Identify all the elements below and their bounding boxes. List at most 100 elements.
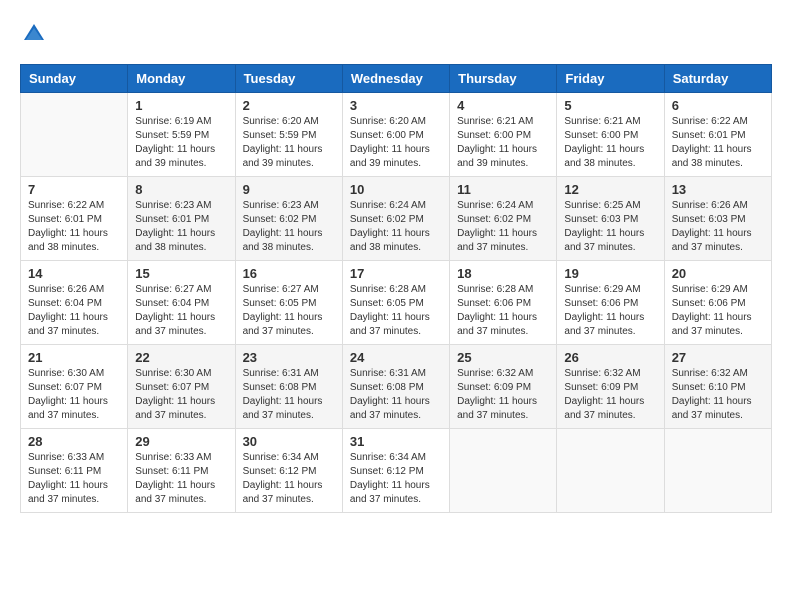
day-number: 5 (564, 98, 656, 113)
calendar-cell: 11 Sunrise: 6:24 AMSunset: 6:02 PMDayligh… (450, 177, 557, 261)
calendar-header-wednesday: Wednesday (342, 65, 449, 93)
calendar-cell (557, 429, 664, 513)
calendar-week-row: 1Sunrise: 6:19 AMSunset: 5:59 PMDaylight… (21, 93, 772, 177)
calendar-cell: 14 Sunrise: 6:26 AMSunset: 6:04 PMDayligh… (21, 261, 128, 345)
day-number: 27 (672, 350, 764, 365)
day-number: 17 (350, 266, 442, 281)
calendar-cell: 26 Sunrise: 6:32 AMSunset: 6:09 PMDayligh… (557, 345, 664, 429)
day-number: 15 (135, 266, 227, 281)
calendar-cell: 20Sunrise: 6:29 AMSunset: 6:06 PMDayligh… (664, 261, 771, 345)
day-number: 10 (350, 182, 442, 197)
calendar-header-sunday: Sunday (21, 65, 128, 93)
day-number: 28 (28, 434, 120, 449)
calendar-week-row: 21Sunrise: 6:30 AMSunset: 6:07 PMDayligh… (21, 345, 772, 429)
day-number: 8 (135, 182, 227, 197)
day-number: 1 (135, 98, 227, 113)
day-number: 25 (457, 350, 549, 365)
calendar-cell: 28Sunrise: 6:33 AMSunset: 6:11 PMDayligh… (21, 429, 128, 513)
day-info: Sunrise: 6:26 AMSunset: 6:04 PMDaylight:… (28, 283, 120, 339)
day-number: 23 (243, 350, 335, 365)
calendar-cell: 4 Sunrise: 6:21 AMSunset: 6:00 PMDaylight… (450, 93, 557, 177)
calendar-cell: 15 Sunrise: 6:27 AMSunset: 6:04 PMDayligh… (128, 261, 235, 345)
calendar-cell: 24 Sunrise: 6:31 AMSunset: 6:08 PMDayligh… (342, 345, 449, 429)
calendar-cell (664, 429, 771, 513)
day-info: Sunrise: 6:30 AMSunset: 6:07 PMDaylight:… (28, 367, 120, 423)
calendar-header-thursday: Thursday (450, 65, 557, 93)
day-info: Sunrise: 6:24 AMSunset: 6:02 PMDaylight:… (457, 199, 549, 255)
day-number: 3 (350, 98, 442, 113)
day-info: Sunrise: 6:23 AMSunset: 6:02 PMDaylight:… (243, 199, 335, 255)
calendar-table: SundayMondayTuesdayWednesdayThursdayFrid… (20, 64, 772, 513)
day-info: Sunrise: 6:22 AMSunset: 6:01 PMDaylight:… (28, 199, 120, 255)
day-info: Sunrise: 6:23 AMSunset: 6:01 PMDaylight:… (135, 199, 227, 255)
calendar-cell: 12 Sunrise: 6:25 AMSunset: 6:03 PMDayligh… (557, 177, 664, 261)
calendar-cell: 19 Sunrise: 6:29 AMSunset: 6:06 PMDayligh… (557, 261, 664, 345)
calendar-cell: 25 Sunrise: 6:32 AMSunset: 6:09 PMDayligh… (450, 345, 557, 429)
day-info: Sunrise: 6:20 AMSunset: 6:00 PMDaylight:… (350, 115, 442, 171)
day-number: 11 (457, 182, 549, 197)
calendar-header-friday: Friday (557, 65, 664, 93)
day-number: 14 (28, 266, 120, 281)
calendar-cell: 3 Sunrise: 6:20 AMSunset: 6:00 PMDaylight… (342, 93, 449, 177)
day-info: Sunrise: 6:31 AMSunset: 6:08 PMDaylight:… (243, 367, 335, 423)
calendar-cell: 29 Sunrise: 6:33 AMSunset: 6:11 PMDayligh… (128, 429, 235, 513)
calendar-cell (450, 429, 557, 513)
calendar-cell: 18 Sunrise: 6:28 AMSunset: 6:06 PMDayligh… (450, 261, 557, 345)
day-number: 16 (243, 266, 335, 281)
day-number: 19 (564, 266, 656, 281)
day-info: Sunrise: 6:32 AMSunset: 6:10 PMDaylight:… (672, 367, 764, 423)
day-info: Sunrise: 6:32 AMSunset: 6:09 PMDaylight:… (457, 367, 549, 423)
day-info: Sunrise: 6:26 AMSunset: 6:03 PMDaylight:… (672, 199, 764, 255)
calendar-header-saturday: Saturday (664, 65, 771, 93)
day-info: Sunrise: 6:29 AMSunset: 6:06 PMDaylight:… (672, 283, 764, 339)
day-number: 4 (457, 98, 549, 113)
day-info: Sunrise: 6:24 AMSunset: 6:02 PMDaylight:… (350, 199, 442, 255)
day-info: Sunrise: 6:21 AMSunset: 6:00 PMDaylight:… (564, 115, 656, 171)
day-info: Sunrise: 6:32 AMSunset: 6:09 PMDaylight:… (564, 367, 656, 423)
day-number: 18 (457, 266, 549, 281)
calendar-cell: 9 Sunrise: 6:23 AMSunset: 6:02 PMDaylight… (235, 177, 342, 261)
day-info: Sunrise: 6:31 AMSunset: 6:08 PMDaylight:… (350, 367, 442, 423)
day-info: Sunrise: 6:34 AMSunset: 6:12 PMDaylight:… (350, 451, 442, 507)
calendar-cell: 27 Sunrise: 6:32 AMSunset: 6:10 PMDayligh… (664, 345, 771, 429)
calendar-header-row: SundayMondayTuesdayWednesdayThursdayFrid… (21, 65, 772, 93)
calendar-cell: 1Sunrise: 6:19 AMSunset: 5:59 PMDaylight… (128, 93, 235, 177)
calendar-cell: 8 Sunrise: 6:23 AMSunset: 6:01 PMDaylight… (128, 177, 235, 261)
calendar-cell: 16 Sunrise: 6:27 AMSunset: 6:05 PMDayligh… (235, 261, 342, 345)
day-number: 30 (243, 434, 335, 449)
calendar-cell: 5 Sunrise: 6:21 AMSunset: 6:00 PMDaylight… (557, 93, 664, 177)
day-number: 26 (564, 350, 656, 365)
logo (20, 20, 52, 48)
calendar-cell: 13Sunrise: 6:26 AMSunset: 6:03 PMDayligh… (664, 177, 771, 261)
day-info: Sunrise: 6:21 AMSunset: 6:00 PMDaylight:… (457, 115, 549, 171)
day-number: 2 (243, 98, 335, 113)
day-number: 9 (243, 182, 335, 197)
calendar-cell (21, 93, 128, 177)
page-header (20, 20, 772, 48)
calendar-cell: 22 Sunrise: 6:30 AMSunset: 6:07 PMDayligh… (128, 345, 235, 429)
day-info: Sunrise: 6:27 AMSunset: 6:05 PMDaylight:… (243, 283, 335, 339)
day-info: Sunrise: 6:33 AMSunset: 6:11 PMDaylight:… (135, 451, 227, 507)
day-info: Sunrise: 6:20 AMSunset: 5:59 PMDaylight:… (243, 115, 335, 171)
calendar-cell: 2 Sunrise: 6:20 AMSunset: 5:59 PMDaylight… (235, 93, 342, 177)
day-info: Sunrise: 6:34 AMSunset: 6:12 PMDaylight:… (243, 451, 335, 507)
day-info: Sunrise: 6:27 AMSunset: 6:04 PMDaylight:… (135, 283, 227, 339)
day-info: Sunrise: 6:25 AMSunset: 6:03 PMDaylight:… (564, 199, 656, 255)
calendar-week-row: 7 Sunrise: 6:22 AMSunset: 6:01 PMDaylight… (21, 177, 772, 261)
calendar-cell: 10 Sunrise: 6:24 AMSunset: 6:02 PMDayligh… (342, 177, 449, 261)
calendar-cell: 30 Sunrise: 6:34 AMSunset: 6:12 PMDayligh… (235, 429, 342, 513)
calendar-cell: 7 Sunrise: 6:22 AMSunset: 6:01 PMDaylight… (21, 177, 128, 261)
day-info: Sunrise: 6:30 AMSunset: 6:07 PMDaylight:… (135, 367, 227, 423)
day-number: 6 (672, 98, 764, 113)
day-number: 31 (350, 434, 442, 449)
day-number: 22 (135, 350, 227, 365)
day-info: Sunrise: 6:22 AMSunset: 6:01 PMDaylight:… (672, 115, 764, 171)
day-number: 12 (564, 182, 656, 197)
day-info: Sunrise: 6:28 AMSunset: 6:05 PMDaylight:… (350, 283, 442, 339)
day-info: Sunrise: 6:29 AMSunset: 6:06 PMDaylight:… (564, 283, 656, 339)
calendar-week-row: 28 Sunrise: 6:33 AMSunset: 6:11 PMDayligh… (21, 429, 772, 513)
day-number: 7 (28, 182, 120, 197)
day-info: Sunrise: 6:28 AMSunset: 6:06 PMDaylight:… (457, 283, 549, 339)
day-number: 24 (350, 350, 442, 365)
day-number: 29 (135, 434, 227, 449)
